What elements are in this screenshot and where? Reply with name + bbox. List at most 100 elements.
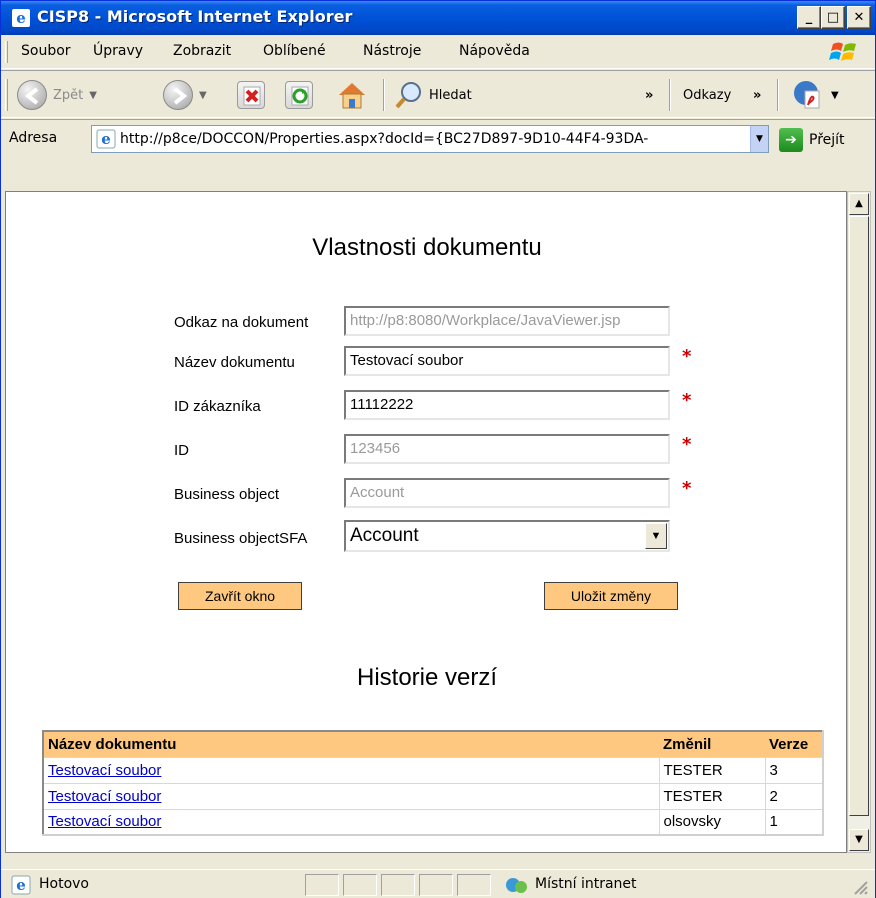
intranet-zone-icon [506, 878, 527, 893]
menu-upravy[interactable]: Úpravy [93, 43, 143, 59]
status-cell [419, 874, 453, 896]
field-label-document-link: Odkaz na dokument [174, 314, 309, 331]
toolbar-separator [383, 79, 385, 111]
id-field[interactable]: 123456 [344, 434, 670, 464]
version-cell: 2 [764, 782, 824, 810]
svg-text:e: e [16, 876, 26, 894]
resize-grip-icon[interactable] [851, 878, 869, 896]
status-cell [343, 874, 377, 896]
acrobat-button[interactable]: ▼ [791, 77, 839, 113]
address-input[interactable]: e http://p8ce/DOCCON/Properties.aspx?doc… [91, 125, 769, 153]
search-button[interactable]: Hledat [393, 77, 472, 113]
go-label: Přejít [809, 132, 845, 148]
document-name-field[interactable]: Testovací soubor [344, 346, 670, 376]
table-header-row: Název dokumentu Změnil Verze [43, 731, 823, 757]
field-label-business-object-sfa: Business objectSFA [174, 530, 308, 547]
back-label: Zpět [53, 87, 84, 103]
search-label: Hledat [429, 87, 472, 103]
browser-window: e CISP8 - Microsoft Internet Explorer _ … [0, 0, 876, 898]
header-version: Verze [765, 731, 823, 757]
field-label-id: ID [174, 442, 189, 459]
select-value: Account [350, 525, 419, 546]
scrollbar-thumb[interactable] [849, 216, 869, 816]
field-label-customer-id: ID zákazníka [174, 398, 261, 415]
home-button[interactable] [335, 77, 369, 113]
version-cell: 3 [764, 756, 824, 784]
windows-logo-icon [829, 42, 856, 61]
forward-arrow-icon [163, 80, 193, 110]
status-cell [457, 874, 491, 896]
document-link[interactable]: Testovací soubor [42, 756, 660, 784]
go-arrow-icon: ➔ [779, 128, 803, 152]
history-title: Historie verzí [356, 664, 498, 691]
document-link[interactable]: Testovací soubor [42, 808, 660, 836]
menu-zobrazit[interactable]: Zobrazit [173, 43, 231, 59]
status-zone: Místní intranet [535, 876, 637, 892]
links-overflow-icon[interactable]: » [753, 77, 761, 113]
required-mark: * [682, 346, 692, 367]
home-icon [339, 83, 365, 109]
stop-button[interactable] [237, 77, 265, 113]
address-bar: Adresa e http://p8ce/DOCCON/Properties.a… [1, 119, 875, 157]
scroll-down-icon[interactable]: ▼ [849, 829, 869, 851]
page-ie-icon: e [96, 129, 116, 149]
business-object-field[interactable]: Account [344, 478, 670, 508]
document-link[interactable]: Testovací soubor [42, 782, 660, 810]
document-link-field[interactable]: http://p8:8080/Workplace/JavaViewer.jsp [344, 306, 670, 336]
changed-by-cell: TESTER [658, 782, 766, 810]
required-mark: * [682, 434, 692, 455]
standard-toolbar: Zpět ▼ ▼ Hledat » Odkazy » ▼ [1, 70, 875, 118]
business-object-sfa-select[interactable]: Account ▼ [344, 520, 670, 552]
toolbar-overflow-icon[interactable]: » [645, 77, 653, 113]
page-content: Vlastnosti dokumentu Odkaz na dokument h… [5, 191, 847, 853]
maximize-button[interactable]: □ [821, 6, 845, 29]
status-cell [381, 874, 415, 896]
menu-nastroje[interactable]: Nástroje [363, 43, 421, 59]
field-label-business-object: Business object [174, 486, 280, 503]
customer-id-field[interactable]: 11112222 [344, 390, 670, 420]
back-button[interactable]: Zpět ▼ [17, 77, 97, 113]
toolbar-grip [5, 79, 8, 111]
title-bar: e CISP8 - Microsoft Internet Explorer _ … [1, 1, 875, 35]
links-button[interactable]: Odkazy [683, 77, 731, 113]
window-title: CISP8 - Microsoft Internet Explorer [37, 7, 353, 26]
back-arrow-icon [17, 80, 47, 110]
required-mark: * [682, 390, 692, 411]
vertical-scrollbar[interactable]: ▲ ▼ [847, 191, 871, 853]
close-window-button[interactable]: Zavřít okno [178, 582, 302, 610]
toolbar-separator [669, 79, 671, 111]
chevron-down-icon[interactable]: ▼ [199, 90, 207, 101]
svg-text:e: e [16, 9, 26, 27]
toolbar-separator [777, 79, 779, 111]
refresh-icon [285, 81, 313, 109]
ie-icon: e [12, 9, 30, 27]
menu-napoveda[interactable]: Nápověda [459, 43, 530, 59]
changed-by-cell: TESTER [658, 756, 766, 784]
status-cell [305, 874, 339, 896]
chevron-down-icon[interactable]: ▼ [831, 90, 839, 101]
changed-by-cell: olsovsky [658, 808, 766, 836]
menu-oblibene[interactable]: Oblíbené [263, 43, 326, 59]
page-title: Vlastnosti dokumentu [312, 234, 542, 261]
table-row: Testovací soubor TESTER 2 [42, 782, 824, 810]
save-changes-button[interactable]: Uložit změny [544, 582, 678, 610]
menu-soubor[interactable]: Soubor [21, 43, 71, 59]
close-button[interactable]: ✕ [847, 6, 871, 29]
links-label: Odkazy [683, 87, 732, 103]
go-button[interactable]: ➔ Přejít [779, 127, 845, 153]
minimize-button[interactable]: _ [797, 6, 821, 29]
search-icon [395, 82, 421, 109]
forward-button[interactable]: ▼ [163, 77, 207, 113]
chevron-down-icon[interactable]: ▼ [89, 90, 97, 101]
address-dropdown-icon[interactable]: ▼ [750, 126, 768, 152]
scroll-up-icon[interactable]: ▲ [849, 193, 869, 215]
version-history-table: Název dokumentu Změnil Verze Testovací s… [42, 730, 824, 836]
chevron-down-icon[interactable]: ▼ [645, 523, 667, 549]
refresh-button[interactable] [285, 77, 313, 113]
table-row: Testovací soubor olsovsky 1 [42, 808, 824, 836]
address-label: Adresa [9, 130, 58, 146]
header-document-name: Název dokumentu [43, 731, 659, 757]
status-text: Hotovo [39, 876, 89, 892]
menu-grip [5, 41, 8, 63]
address-url: http://p8ce/DOCCON/Properties.aspx?docId… [120, 131, 649, 147]
